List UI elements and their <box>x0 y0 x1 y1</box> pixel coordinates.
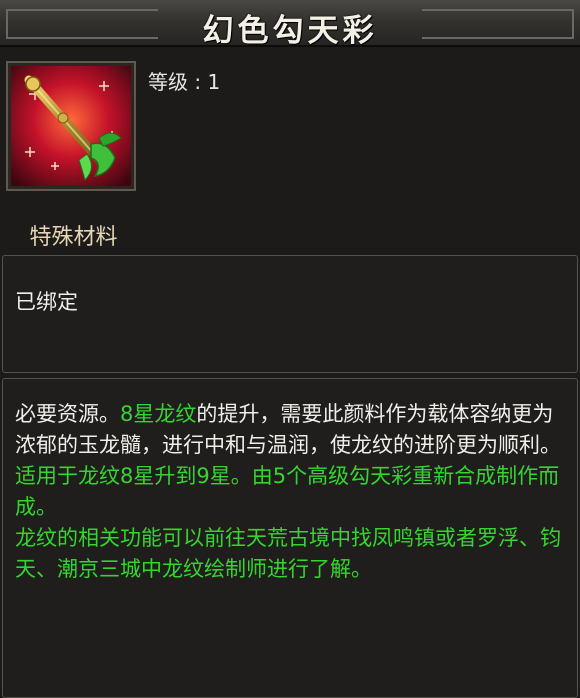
highlight-text: 8星龙纹 <box>120 402 197 426</box>
jade-dragon-scepter-icon <box>11 66 131 186</box>
description-paragraph-2: 适用于龙纹8星升到9星。由5个高级勾天彩重新合成制作而成。 <box>15 464 560 519</box>
bind-status-panel: 已绑定 <box>2 255 578 373</box>
item-level: 等级 : 1 <box>148 70 221 94</box>
description-paragraph-3: 龙纹的相关功能可以前往天荒古境中找凤鸣镇或者罗浮、钧天、潮京三城中龙纹绘制师进行… <box>15 526 561 581</box>
description-text: 必要资源。 <box>15 402 120 426</box>
bind-status-text: 已绑定 <box>15 290 78 314</box>
item-title: 幻色勾天彩 <box>202 13 378 49</box>
title-bar: 幻色勾天彩 <box>0 0 580 49</box>
description-panel: 必要资源。8星龙纹的提升，需要此颜料作为载体容纳更为浓郁的玉龙髓，进行中和与温润… <box>2 378 578 698</box>
description-paragraph-1: 必要资源。8星龙纹的提升，需要此颜料作为载体容纳更为浓郁的玉龙髓，进行中和与温润… <box>15 399 571 461</box>
item-description: 必要资源。8星龙纹的提升，需要此颜料作为载体容纳更为浓郁的玉龙髓，进行中和与温润… <box>15 399 571 585</box>
item-type-label: 特殊材料 <box>29 225 118 250</box>
item-tooltip: 幻色勾天彩 等级: 1 特殊材料 已绑定 必要资源。8星龙纹的提升，需要此颜料… <box>0 0 580 698</box>
item-icon-frame[interactable] <box>6 61 136 191</box>
